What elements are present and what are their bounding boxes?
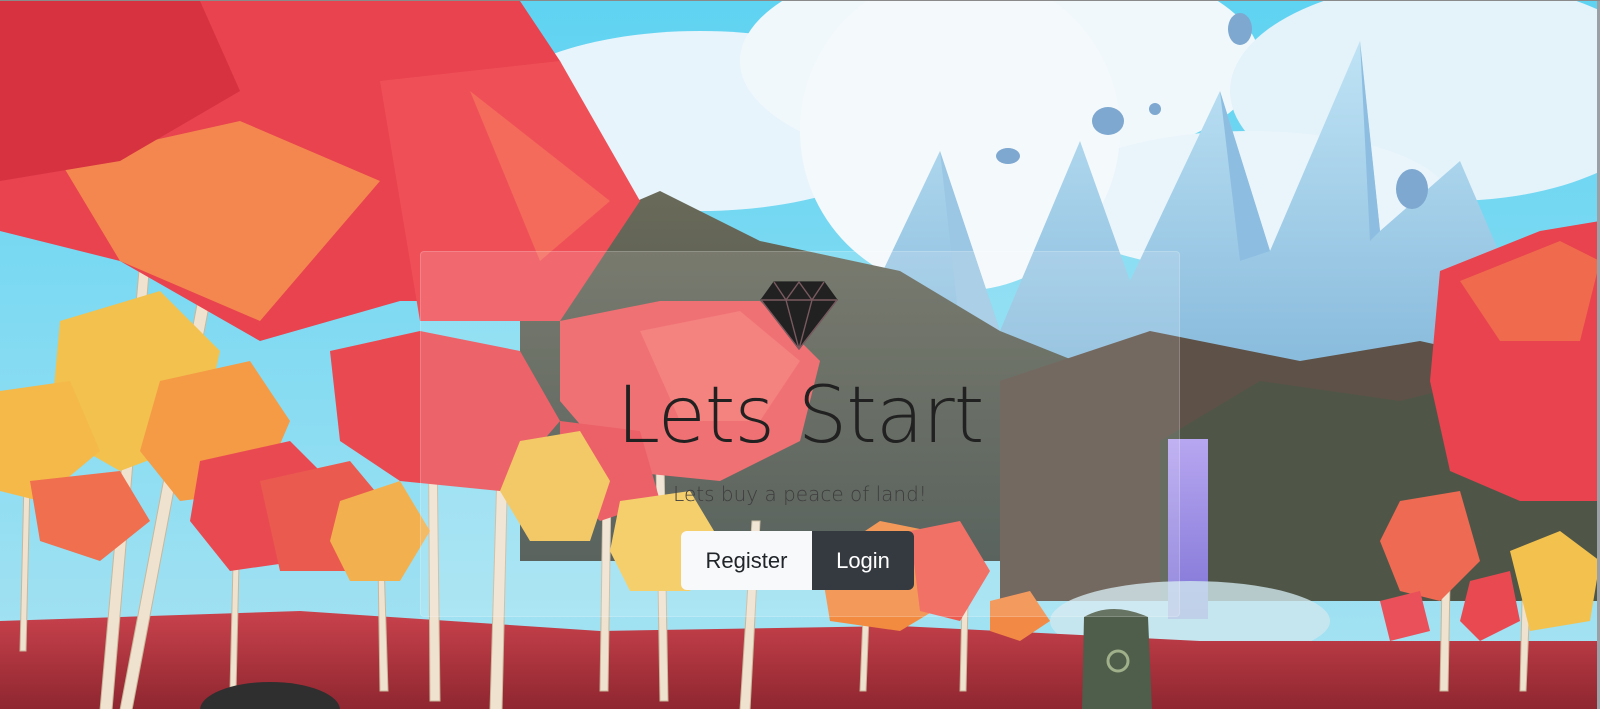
diamond-icon: [760, 278, 838, 350]
page-title: Lets Start: [616, 371, 985, 461]
page-subtitle: Lets buy a peace of land!: [673, 482, 927, 506]
auth-button-group: Register Login: [681, 531, 914, 590]
register-button[interactable]: Register: [681, 531, 812, 590]
login-button[interactable]: Login: [812, 531, 914, 590]
